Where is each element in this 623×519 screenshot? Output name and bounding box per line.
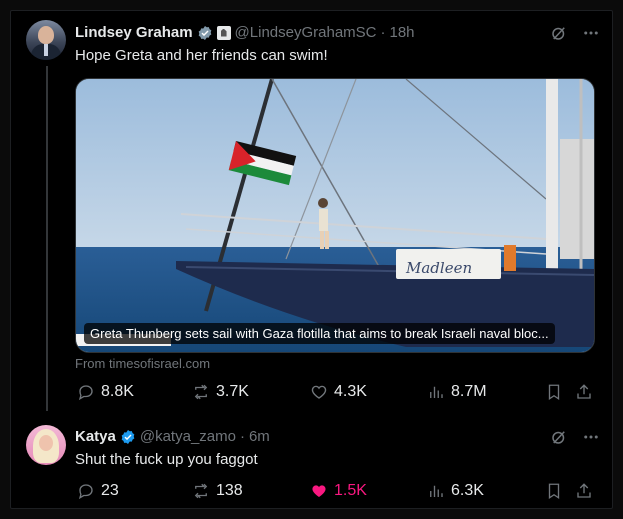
verified-badge-icon[interactable] bbox=[197, 25, 213, 41]
tweet-time[interactable]: 18h bbox=[390, 24, 415, 41]
author-name[interactable]: Lindsey Graham bbox=[75, 24, 193, 41]
share-icon bbox=[577, 384, 591, 399]
tweet-time[interactable]: 6m bbox=[249, 428, 270, 445]
author-handle[interactable]: @LindseyGrahamSC bbox=[235, 24, 377, 41]
share-button[interactable] bbox=[575, 482, 593, 500]
like-icon bbox=[312, 485, 326, 497]
views-icon bbox=[430, 485, 443, 497]
repost-icon bbox=[194, 483, 208, 499]
like-icon bbox=[311, 385, 327, 399]
reply-button[interactable]: 23 bbox=[77, 482, 119, 500]
verified-badge-icon[interactable] bbox=[120, 429, 136, 445]
repost-icon bbox=[194, 384, 208, 400]
tweet2-text: Shut the fuck up you faggot bbox=[75, 451, 258, 468]
author-handle[interactable]: @katya_zamo bbox=[140, 428, 236, 445]
like-count: 1.5K bbox=[334, 482, 367, 499]
like-count: 4.3K bbox=[334, 383, 367, 400]
reply-count: 8.8K bbox=[101, 383, 134, 400]
tweet2-header: Katya @katya_zamo · 6m bbox=[75, 428, 270, 445]
avatar-lindsey-graham[interactable] bbox=[26, 20, 66, 60]
link-card[interactable]: Madleen Greta Thunberg sets sail with Ga… bbox=[75, 78, 595, 353]
like-button[interactable]: 4.3K bbox=[310, 383, 367, 401]
boat-name-label: Madleen bbox=[405, 259, 472, 277]
grok-icon[interactable] bbox=[550, 428, 568, 446]
views-icon bbox=[430, 386, 443, 398]
bookmark-button[interactable] bbox=[545, 383, 563, 401]
share-icon bbox=[577, 483, 591, 498]
tweet1-top-actions bbox=[550, 24, 600, 42]
bookmark-icon bbox=[548, 384, 560, 401]
grok-icon[interactable] bbox=[550, 24, 568, 42]
separator-dot: · bbox=[239, 428, 245, 445]
more-icon[interactable] bbox=[582, 428, 600, 446]
views-button[interactable]: 6.3K bbox=[427, 482, 484, 500]
like-button[interactable]: 1.5K bbox=[310, 482, 367, 500]
bookmark-icon bbox=[548, 483, 560, 500]
reply-icon bbox=[78, 385, 93, 401]
views-count: 6.3K bbox=[451, 482, 484, 499]
author-name[interactable]: Katya bbox=[75, 428, 116, 445]
thread-connector-line bbox=[46, 66, 48, 411]
repost-count: 3.7K bbox=[216, 383, 249, 400]
link-card-source[interactable]: From timesofisrael.com bbox=[75, 356, 210, 371]
reply-count: 23 bbox=[101, 482, 119, 499]
tweet2-top-actions bbox=[550, 428, 600, 446]
views-button[interactable]: 8.7M bbox=[427, 383, 487, 401]
bookmark-button[interactable] bbox=[545, 482, 563, 500]
share-button[interactable] bbox=[575, 383, 593, 401]
repost-count: 138 bbox=[216, 482, 243, 499]
reply-icon bbox=[78, 484, 93, 500]
tweet1-text: Hope Greta and her friends can swim! bbox=[75, 47, 328, 64]
link-card-title[interactable]: Greta Thunberg sets sail with Gaza floti… bbox=[84, 323, 555, 344]
separator-dot: · bbox=[380, 24, 386, 41]
more-icon[interactable] bbox=[582, 24, 600, 42]
views-count: 8.7M bbox=[451, 383, 487, 400]
tweet1-header: Lindsey Graham @LindseyGrahamSC · 18h bbox=[75, 24, 415, 41]
government-badge-icon[interactable] bbox=[216, 25, 231, 40]
repost-button[interactable]: 138 bbox=[192, 482, 243, 500]
repost-button[interactable]: 3.7K bbox=[192, 383, 249, 401]
link-card-image: Madleen bbox=[76, 79, 594, 352]
reply-button[interactable]: 8.8K bbox=[77, 383, 134, 401]
avatar-katya[interactable] bbox=[26, 425, 66, 465]
